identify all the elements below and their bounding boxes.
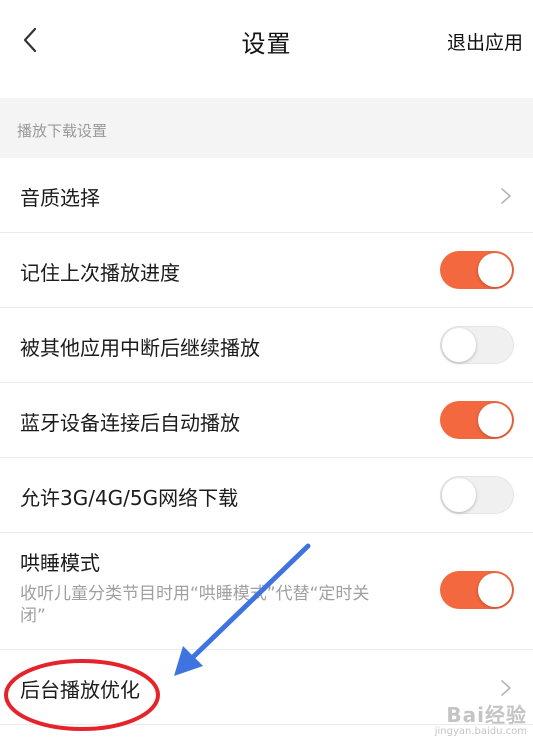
chevron-right-icon bbox=[501, 680, 511, 696]
settings-list: 音质选择 记住上次播放进度 被其他应用中断后继续播放 蓝牙设备连接后自动播放 允… bbox=[0, 158, 533, 725]
toggle-knob bbox=[478, 403, 512, 437]
spacer bbox=[0, 78, 533, 98]
setting-mobile-network-download: 允许3G/4G/5G网络下载 bbox=[0, 458, 533, 533]
resume-after-interrupt-toggle[interactable] bbox=[440, 326, 514, 364]
toggle-knob bbox=[442, 328, 476, 362]
setting-label: 记住上次播放进度 bbox=[20, 261, 180, 285]
chevron-right-icon bbox=[501, 188, 511, 204]
setting-sleep-mode: 哄睡模式 收听儿童分类节目时用“哄睡模式”代替“定时关闭” bbox=[0, 533, 533, 650]
toggle-knob bbox=[478, 573, 512, 607]
toggle-knob bbox=[442, 478, 476, 512]
navigation-bar: 设置 退出应用 bbox=[0, 0, 533, 79]
setting-label: 被其他应用中断后继续播放 bbox=[20, 336, 260, 360]
setting-description: 收听儿童分类节目时用“哄睡模式”代替“定时关闭” bbox=[20, 584, 370, 626]
setting-resume-after-interrupt: 被其他应用中断后继续播放 bbox=[0, 308, 533, 383]
setting-label: 蓝牙设备连接后自动播放 bbox=[20, 411, 240, 435]
setting-label: 后台播放优化 bbox=[20, 678, 140, 702]
exit-app-button[interactable]: 退出应用 bbox=[447, 28, 523, 55]
setting-background-playback-optimization[interactable]: 后台播放优化 bbox=[0, 650, 533, 725]
setting-label: 哄睡模式 bbox=[20, 551, 100, 575]
section-header-playback-download: 播放下载设置 bbox=[0, 98, 533, 158]
remember-progress-toggle[interactable] bbox=[440, 251, 514, 289]
watermark-url: jingyan.baidu.com bbox=[434, 726, 527, 737]
setting-label: 允许3G/4G/5G网络下载 bbox=[20, 486, 239, 510]
setting-label: 音质选择 bbox=[20, 186, 100, 210]
back-button[interactable] bbox=[12, 22, 48, 58]
setting-remember-progress: 记住上次播放进度 bbox=[0, 233, 533, 308]
mobile-network-download-toggle[interactable] bbox=[440, 476, 514, 514]
chevron-left-icon bbox=[23, 27, 37, 53]
setting-audio-quality[interactable]: 音质选择 bbox=[0, 158, 533, 233]
setting-bluetooth-autoplay: 蓝牙设备连接后自动播放 bbox=[0, 383, 533, 458]
bluetooth-autoplay-toggle[interactable] bbox=[440, 401, 514, 439]
sleep-mode-toggle[interactable] bbox=[440, 571, 514, 609]
toggle-knob bbox=[478, 253, 512, 287]
